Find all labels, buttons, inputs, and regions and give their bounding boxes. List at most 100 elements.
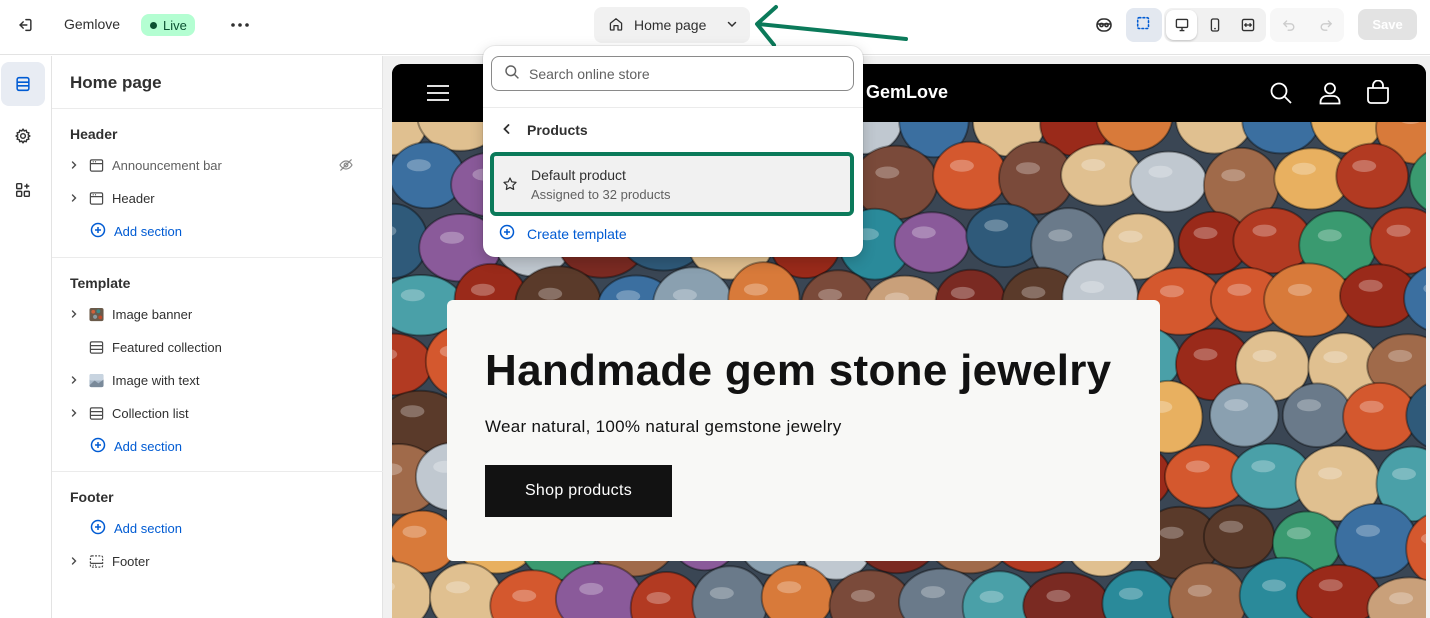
eye-hidden-icon[interactable] — [338, 157, 354, 176]
desktop-view-icon[interactable] — [1166, 10, 1198, 40]
shop-products-button[interactable]: Shop products — [485, 465, 672, 517]
back-to-products-button[interactable]: Products — [501, 122, 588, 138]
page-selector-button[interactable]: Home page — [594, 7, 750, 43]
full-width-view-icon[interactable] — [1233, 10, 1264, 40]
more-actions-icon[interactable] — [228, 13, 252, 37]
gemstone-pebble — [1209, 382, 1280, 448]
pebble-highlight — [1080, 281, 1105, 293]
section-label: Announcement bar — [112, 157, 222, 173]
redo-icon[interactable] — [1307, 8, 1344, 42]
pebble-highlight — [1048, 229, 1073, 242]
cursor-select-icon — [1135, 15, 1153, 36]
pebble-highlight — [949, 159, 974, 172]
store-name: Gemlove — [64, 16, 121, 32]
pebble-highlight — [1187, 584, 1212, 597]
exit-icon[interactable] — [13, 13, 37, 37]
store-logo[interactable]: GemLove — [866, 82, 948, 103]
star-icon — [502, 176, 518, 195]
undo-icon[interactable] — [1270, 8, 1307, 42]
pebble-highlight — [1221, 169, 1246, 182]
page-picker-popover: Search online store Products Default pro… — [483, 46, 863, 257]
settings-gear-icon[interactable] — [1, 114, 45, 158]
pebble-highlight — [875, 166, 900, 179]
add-section-template-button[interactable]: Add section — [90, 434, 182, 458]
section-label: Footer — [112, 553, 150, 569]
save-button[interactable]: Save — [1358, 9, 1417, 40]
inspector-toggle-button[interactable] — [1126, 8, 1162, 42]
pebble-highlight — [1159, 285, 1184, 298]
pebble-highlight — [1148, 165, 1173, 178]
gemstone-pebble — [1281, 382, 1353, 449]
divider — [52, 108, 383, 109]
section-row-image-with-text[interactable]: Image with text — [66, 366, 376, 394]
pebble-highlight — [1252, 349, 1277, 362]
pebble-highlight — [512, 589, 537, 602]
template-title: Default product — [531, 167, 626, 183]
pebble-highlight — [445, 581, 470, 594]
search-icon[interactable] — [1268, 80, 1294, 106]
section-label: Featured collection — [112, 339, 222, 355]
add-section-footer-button[interactable]: Add section — [90, 516, 182, 540]
divider — [52, 471, 383, 472]
default-product-template-option[interactable]: Default product Assigned to 32 products — [490, 152, 854, 216]
menu-hamburger-icon[interactable] — [425, 80, 451, 106]
plus-circle-icon — [90, 519, 106, 538]
create-template-label: Create template — [527, 225, 627, 242]
banner-subheading: Wear natural, 100% natural gemstone jewe… — [485, 417, 842, 436]
chevron-right-icon[interactable] — [66, 375, 82, 385]
section-label: Header — [112, 190, 155, 206]
gemstone-pebble — [1335, 142, 1410, 210]
pebble-highlight — [1118, 230, 1143, 243]
pebble-highlight — [1318, 467, 1343, 480]
pebble-highlight — [1193, 227, 1218, 239]
chevron-right-icon[interactable] — [66, 160, 82, 170]
section-row-header[interactable]: Header — [66, 184, 376, 212]
chevron-right-icon[interactable] — [66, 193, 82, 203]
pebble-highlight — [1224, 399, 1249, 412]
gemstone-pebble — [1129, 150, 1208, 213]
mobile-view-icon[interactable] — [1199, 10, 1230, 40]
add-section-label: Add section — [114, 520, 182, 536]
gemstone-pebble — [1202, 504, 1276, 570]
pebble-highlight — [1046, 589, 1071, 602]
plus-circle-icon — [90, 437, 106, 456]
template-assignment-count: Assigned to 32 products — [531, 187, 671, 202]
add-section-label: Add section — [114, 438, 182, 454]
pebble-highlight — [1118, 587, 1143, 600]
image-thumb-icon — [88, 306, 104, 322]
layout-icon — [88, 339, 104, 355]
pebble-highlight — [911, 226, 936, 239]
mask-icon[interactable] — [1088, 9, 1120, 41]
account-icon[interactable] — [1317, 80, 1343, 106]
pebble-highlight — [1021, 286, 1046, 299]
sections-icon[interactable] — [1, 62, 45, 106]
gemstone-pebble — [965, 203, 1044, 268]
chevron-left-icon — [501, 122, 513, 138]
chevron-right-icon[interactable] — [66, 408, 82, 418]
pebble-highlight — [1389, 592, 1414, 605]
chevron-right-icon[interactable] — [66, 556, 82, 566]
chevron-right-icon[interactable] — [66, 309, 82, 319]
pebble-highlight — [1323, 351, 1348, 364]
gemstone-pebble — [1060, 143, 1143, 207]
apps-blocks-icon[interactable] — [1, 168, 45, 212]
section-row-image-banner[interactable]: Image banner — [66, 300, 376, 328]
left-icon-rail — [0, 56, 52, 618]
pebble-highlight — [400, 405, 425, 418]
live-label: Live — [163, 17, 187, 33]
cart-icon[interactable] — [1365, 80, 1391, 106]
divider — [483, 107, 863, 108]
section-row-footer[interactable]: Footer — [66, 547, 376, 575]
layout-icon — [88, 157, 104, 173]
search-store-input[interactable]: Search online store — [491, 56, 854, 91]
pebble-highlight — [538, 287, 563, 300]
gemstone-pebble — [1342, 381, 1418, 452]
banner-content-box: Handmade gem stone jewelry Wear natural,… — [447, 300, 1160, 561]
section-row-announcement-bar[interactable]: Announcement bar — [66, 151, 376, 179]
section-row-collection-list[interactable]: Collection list — [66, 399, 376, 427]
image-thumb-icon — [88, 372, 104, 388]
add-section-header-button[interactable]: Add section — [90, 219, 182, 243]
create-template-button[interactable]: Create template — [499, 224, 627, 243]
section-row-featured-collection[interactable]: Featured collection — [66, 333, 376, 361]
gemstone-pebble — [893, 211, 970, 274]
